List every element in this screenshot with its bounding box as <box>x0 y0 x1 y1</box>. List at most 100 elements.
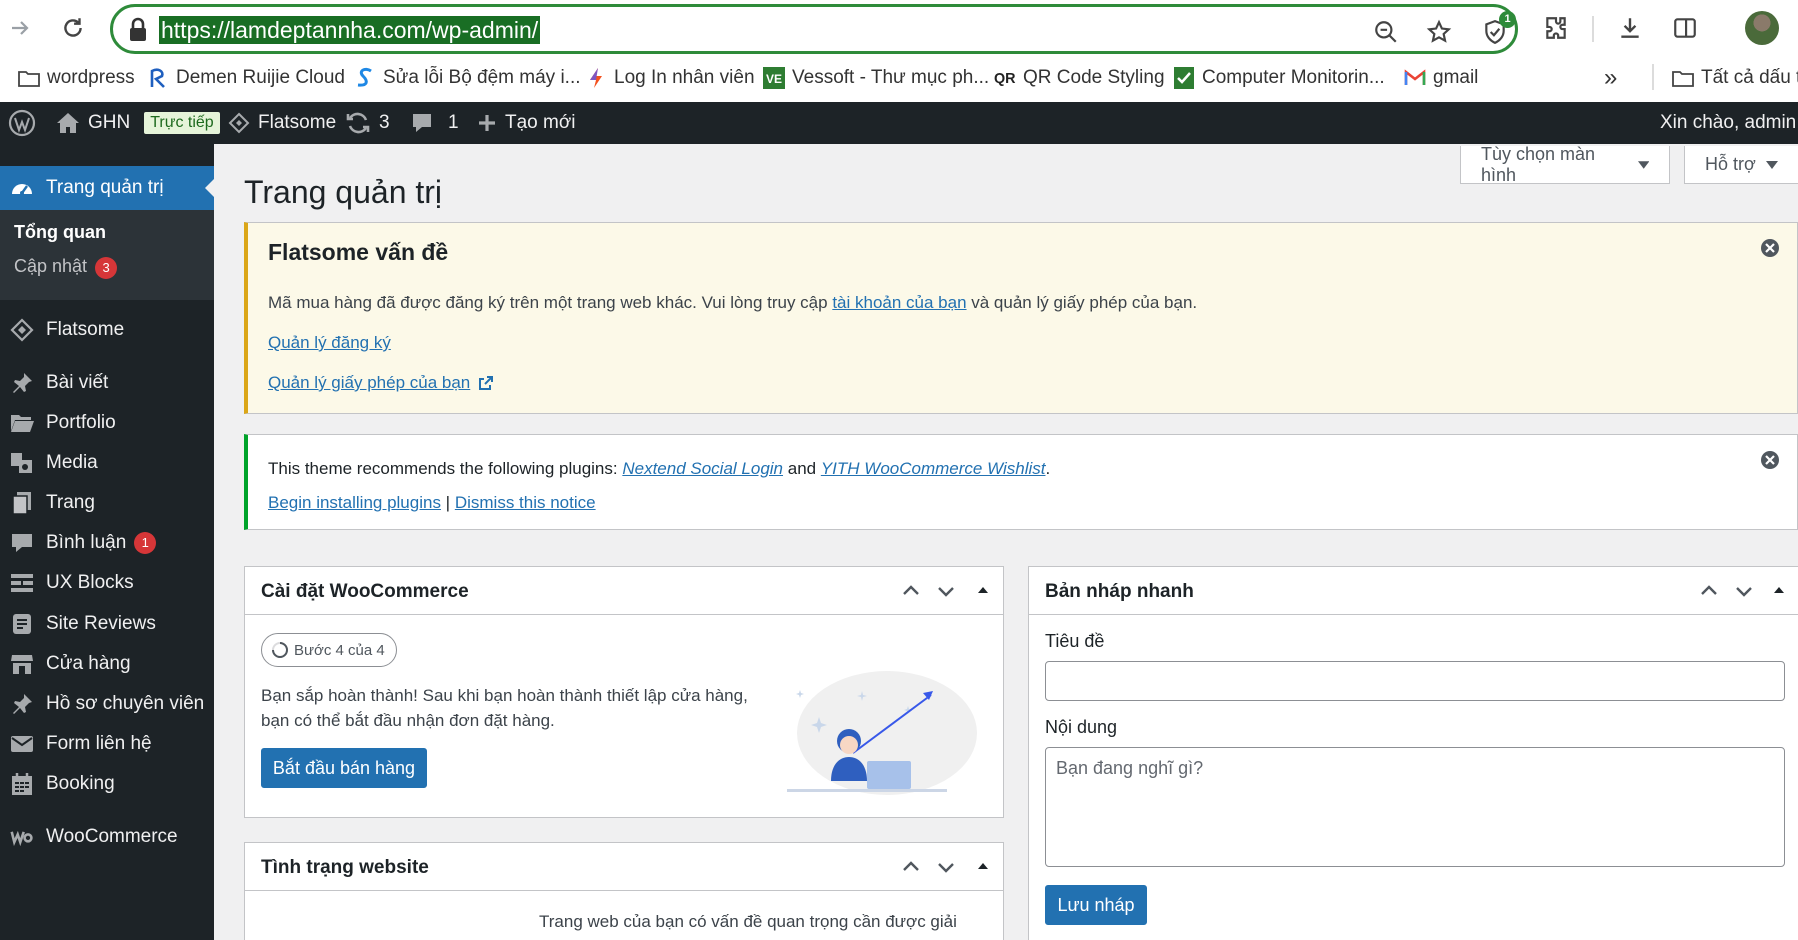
draft-content-textarea[interactable]: Bạn đang nghĩ gì? <box>1045 747 1785 867</box>
flatsome-issue-notice: Flatsome vấn đề Mã mua hàng đã được đăng… <box>244 222 1798 414</box>
lock-icon <box>127 17 149 43</box>
nextend-link[interactable]: Nextend Social Login <box>622 459 783 478</box>
wp-logo-menu[interactable] <box>8 102 36 144</box>
notice-text: Mã mua hàng đã được đăng ký trên một tra… <box>268 293 1198 312</box>
bookmark-sua-loi[interactable]: Sửa lỗi Bộ đệm máy i... <box>354 64 581 92</box>
my-account-menu[interactable]: Xin chào, admin <box>1660 102 1798 144</box>
new-content-menu[interactable]: Tạo mới <box>477 102 576 144</box>
qr-icon: QR <box>994 67 1016 89</box>
account-link[interactable]: tài khoản của bạn <box>832 293 966 312</box>
reload-button[interactable] <box>55 10 91 46</box>
pin-icon <box>10 692 34 716</box>
star-icon[interactable] <box>1424 17 1454 47</box>
menu-pages[interactable]: Trang <box>0 483 214 523</box>
updates-menu[interactable]: 3 <box>345 102 390 144</box>
bookmarks-overflow[interactable]: » <box>1604 64 1617 92</box>
menu-media[interactable]: Media <box>0 443 214 483</box>
draft-title-input[interactable] <box>1045 661 1785 701</box>
dashboard-submenu: Tổng quan Cập nhật 3 <box>0 210 214 300</box>
flatsome-menu[interactable]: Flatsome <box>228 102 336 144</box>
dismiss-plugins-button[interactable] <box>1759 449 1781 471</box>
start-selling-button[interactable]: Bắt đầu bán hàng <box>261 748 427 788</box>
close-circle-icon <box>1761 451 1779 469</box>
quick-draft-widget: Bản nháp nhanh Tiêu đề Nội dung Bạn đang… <box>1028 566 1798 940</box>
url-text[interactable]: https://lamdeptannha.com/wp-admin/ <box>159 16 541 44</box>
bookmark-gmail[interactable]: gmail <box>1404 64 1478 92</box>
page-title: Trang quản trị <box>244 174 443 210</box>
move-down-button[interactable] <box>934 855 958 879</box>
menu-site-reviews[interactable]: Site Reviews <box>0 604 214 644</box>
forward-button[interactable] <box>2 10 38 46</box>
yith-link[interactable]: YITH WooCommerce Wishlist <box>821 459 1046 478</box>
move-up-button[interactable] <box>899 855 923 879</box>
dismiss-notice-link[interactable]: Dismiss this notice <box>455 493 596 512</box>
menu-dashboard[interactable]: Trang quản trị <box>0 166 214 210</box>
widget-header: Bản nháp nhanh <box>1029 567 1798 615</box>
all-bookmarks[interactable]: Tất cả dấu tr <box>1672 64 1798 92</box>
submenu-overview[interactable]: Tổng quan <box>14 222 106 243</box>
plugins-actions: Begin installing plugins | Dismiss this … <box>268 493 596 512</box>
manage-license-link[interactable]: Quản lý giấy phép của bạn <box>268 373 494 393</box>
flatsome-icon <box>10 318 34 342</box>
setup-text-line1: Bạn sắp hoàn thành! Sau khi bạn hoàn thà… <box>261 686 748 705</box>
move-up-button[interactable] <box>899 579 923 603</box>
toggle-panel-button[interactable] <box>1767 579 1791 603</box>
shield-extension-icon[interactable]: 1 <box>1480 11 1516 47</box>
move-down-button[interactable] <box>1732 579 1756 603</box>
draft-content-label: Nội dung <box>1045 717 1118 737</box>
zoom-out-icon[interactable] <box>1371 17 1401 47</box>
dismiss-notice-button[interactable] <box>1759 237 1781 259</box>
bookmark-login-nhan-vien[interactable]: Log In nhân viên <box>585 64 755 92</box>
bookmark-computer-monitoring[interactable]: Computer Monitorin... <box>1173 64 1385 92</box>
extensions-puzzle-icon[interactable] <box>1540 12 1572 44</box>
toggle-panel-button[interactable] <box>971 855 995 879</box>
admin-sidebar: Trang quản trị Tổng quan Cập nhật 3 Flats… <box>0 144 214 940</box>
menu-portfolio[interactable]: Portfolio <box>0 403 214 443</box>
screen-options-button[interactable]: Tùy chọn màn hình <box>1460 144 1670 185</box>
site-name-menu[interactable]: GHN Trực tiếp <box>56 102 220 144</box>
pages-icon <box>10 491 34 515</box>
updates-icon <box>346 112 370 134</box>
menu-expert-profile[interactable]: Hồ sơ chuyên viên <box>0 684 214 724</box>
menu-comments[interactable]: Bình luận 1 <box>0 523 214 563</box>
ruijie-icon <box>147 67 169 89</box>
menu-posts[interactable]: Bài viết <box>0 363 214 403</box>
close-circle-icon <box>1761 239 1779 257</box>
profile-avatar[interactable] <box>1745 11 1779 45</box>
caret-up-icon <box>1774 587 1784 593</box>
bookmark-qr-code[interactable]: QR QR Code Styling <box>994 64 1165 92</box>
check-icon <box>1173 67 1195 89</box>
menu-contact-form[interactable]: Form liên hệ <box>0 724 214 764</box>
ve-icon: VE <box>763 67 785 89</box>
chevron-down-icon <box>938 863 954 873</box>
move-down-button[interactable] <box>934 579 958 603</box>
help-button[interactable]: Hỗ trợ <box>1684 146 1798 184</box>
bookmark-vessoft[interactable]: VE Vessoft - Thư mục ph... <box>763 64 989 92</box>
external-link-icon <box>479 376 494 390</box>
side-panel-icon[interactable] <box>1669 12 1701 44</box>
submenu-updates[interactable]: Cập nhật 3 <box>14 256 118 279</box>
menu-store[interactable]: Cửa hàng <box>0 644 214 684</box>
download-icon[interactable] <box>1614 12 1646 44</box>
begin-installing-link[interactable]: Begin installing plugins <box>268 493 441 512</box>
menu-booking[interactable]: Booking <box>0 764 214 804</box>
menu-ux-blocks[interactable]: UX Blocks <box>0 563 214 603</box>
address-bar[interactable]: https://lamdeptannha.com/wp-admin/ 1 <box>110 4 1518 54</box>
calendar-icon <box>10 772 34 796</box>
main-content: Tùy chọn màn hình Hỗ trợ Trang quản trị … <box>214 144 1798 940</box>
bookmark-ruijie[interactable]: Demen Ruijie Cloud <box>147 64 345 92</box>
move-up-button[interactable] <box>1697 579 1721 603</box>
s-logo-icon <box>354 67 376 89</box>
gmail-icon <box>1404 67 1426 89</box>
comments-menu[interactable]: 1 <box>410 102 459 144</box>
menu-woocommerce[interactable]: WooCommerce <box>0 817 214 857</box>
menu-flatsome[interactable]: Flatsome <box>0 310 214 350</box>
media-icon <box>10 451 34 475</box>
manage-registration-link[interactable]: Quản lý đăng ký <box>268 333 391 353</box>
step-progress-pill: Bước 4 của 4 <box>261 633 397 667</box>
chevron-up-icon <box>903 861 919 871</box>
save-draft-button[interactable]: Lưu nháp <box>1045 885 1147 925</box>
bookmark-wordpress[interactable]: wordpress <box>18 64 135 92</box>
toggle-panel-button[interactable] <box>971 579 995 603</box>
progress-ring-icon <box>272 642 288 658</box>
